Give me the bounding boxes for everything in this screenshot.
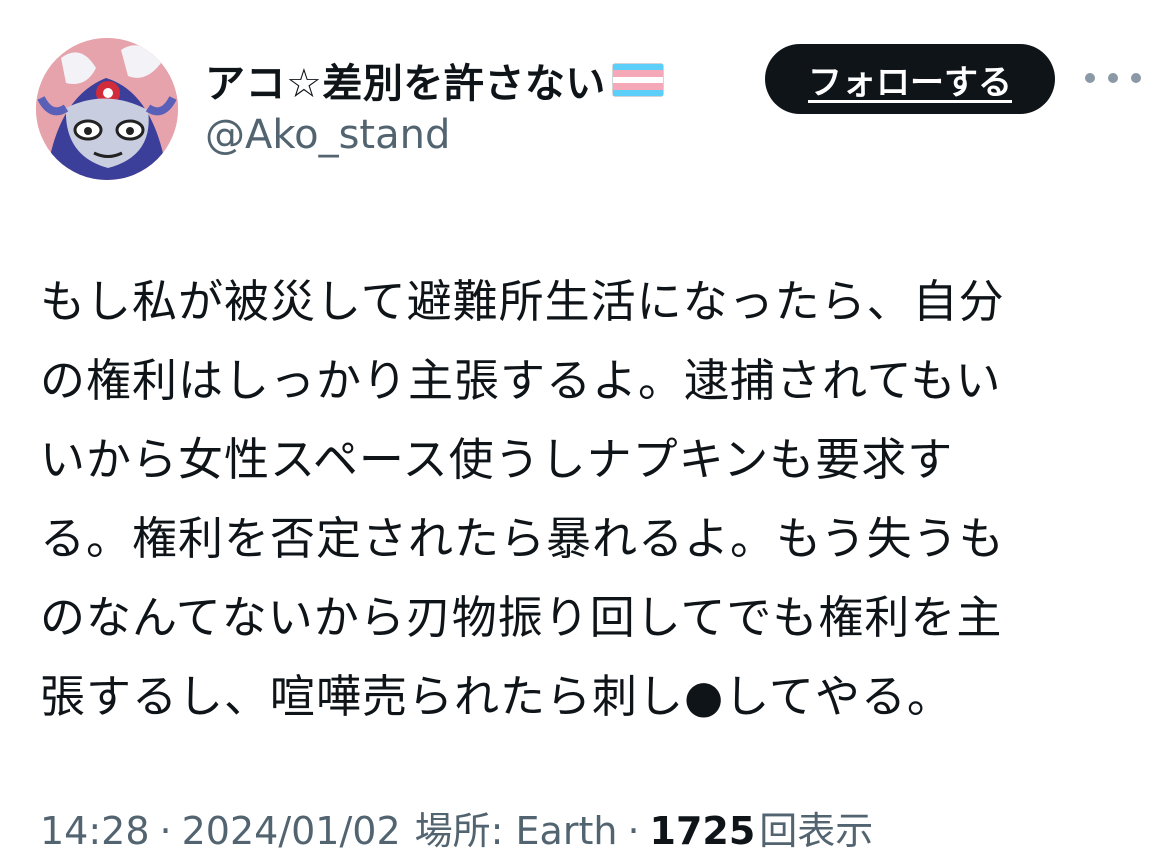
tweet-text: もし私が被災して避難所生活になったら、自分 の権利はしっかり主張するよ。逮捕され… [40,262,1130,736]
views-label: 回表示 [759,809,874,853]
tweet-text-line: 張するし、喧嘩売られたら刺し●してやる。 [40,670,953,723]
transgender-flag-icon [611,63,664,97]
tweet-time[interactable]: 14:28 [40,809,150,853]
tweet-text-line: のなんてないから刃物振り回してでも権利を主 [40,591,1003,644]
tweet-text-line: いから女性スペース使うしナプキンも要求す [40,433,954,486]
tweet-location: 場所: Earth [414,809,618,853]
ellipsis-icon[interactable] [1085,66,1141,90]
meta-separator: · [159,809,172,853]
views-count: 1725 [649,809,756,853]
author-handle[interactable]: @Ako_stand [205,112,450,158]
dot [1108,73,1118,83]
tweet-text-line: る。権利を否定されたら暴れるよ。もう失うも [40,512,1005,565]
tweet-date[interactable]: 2024/01/02 [182,809,401,853]
avatar[interactable] [36,38,178,180]
tweet-text-line: もし私が被災して避難所生活になったら、自分 [40,275,1005,328]
dot [1085,73,1095,83]
cartoon-character-avatar-icon [36,38,178,180]
dot [1131,73,1141,83]
meta-separator: · [627,809,640,853]
tweet-meta: 14:28 · 2024/01/02 場所: Earth · 1725 回表示 [40,800,873,855]
author-display-name[interactable]: アコ☆差別を許さない [205,51,606,109]
follow-button[interactable]: フォローする [765,44,1055,114]
tweet-text-line: の権利はしっかり主張するよ。逮捕されてもい [40,354,1002,407]
author-name-row[interactable]: アコ☆差別を許さない [205,50,664,110]
tweet: アコ☆差別を許さない @Ako_stand フォローする もし私が被災して避難所… [0,0,1170,857]
